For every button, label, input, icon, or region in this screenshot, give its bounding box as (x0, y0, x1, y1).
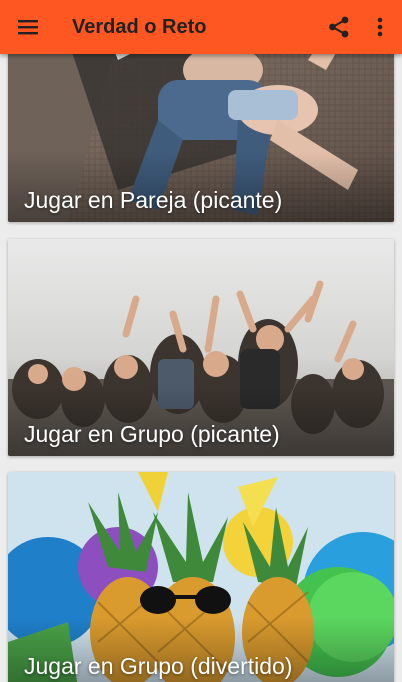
hamburger-menu-icon (18, 20, 38, 35)
card-label: Jugar en Pareja (picante) (24, 187, 283, 213)
card-grupo-picante[interactable]: Jugar en Grupo (picante) (8, 239, 394, 456)
share-icon (329, 16, 349, 38)
card-label: Jugar en Grupo (picante) (24, 421, 280, 447)
more-options-button[interactable] (370, 14, 390, 40)
app-bar: Verdad o Reto (0, 0, 402, 54)
app-title: Verdad o Reto (72, 16, 207, 38)
game-mode-list: Jugar en Pareja (picante) Jugar en Grupo… (0, 0, 402, 682)
menu-button[interactable] (14, 13, 42, 41)
card-grupo-divertido[interactable]: Jugar en Grupo (divertido) (8, 472, 394, 682)
card-label: Jugar en Grupo (divertido) (24, 653, 293, 679)
share-button[interactable] (326, 14, 352, 40)
more-vert-icon (377, 17, 383, 37)
